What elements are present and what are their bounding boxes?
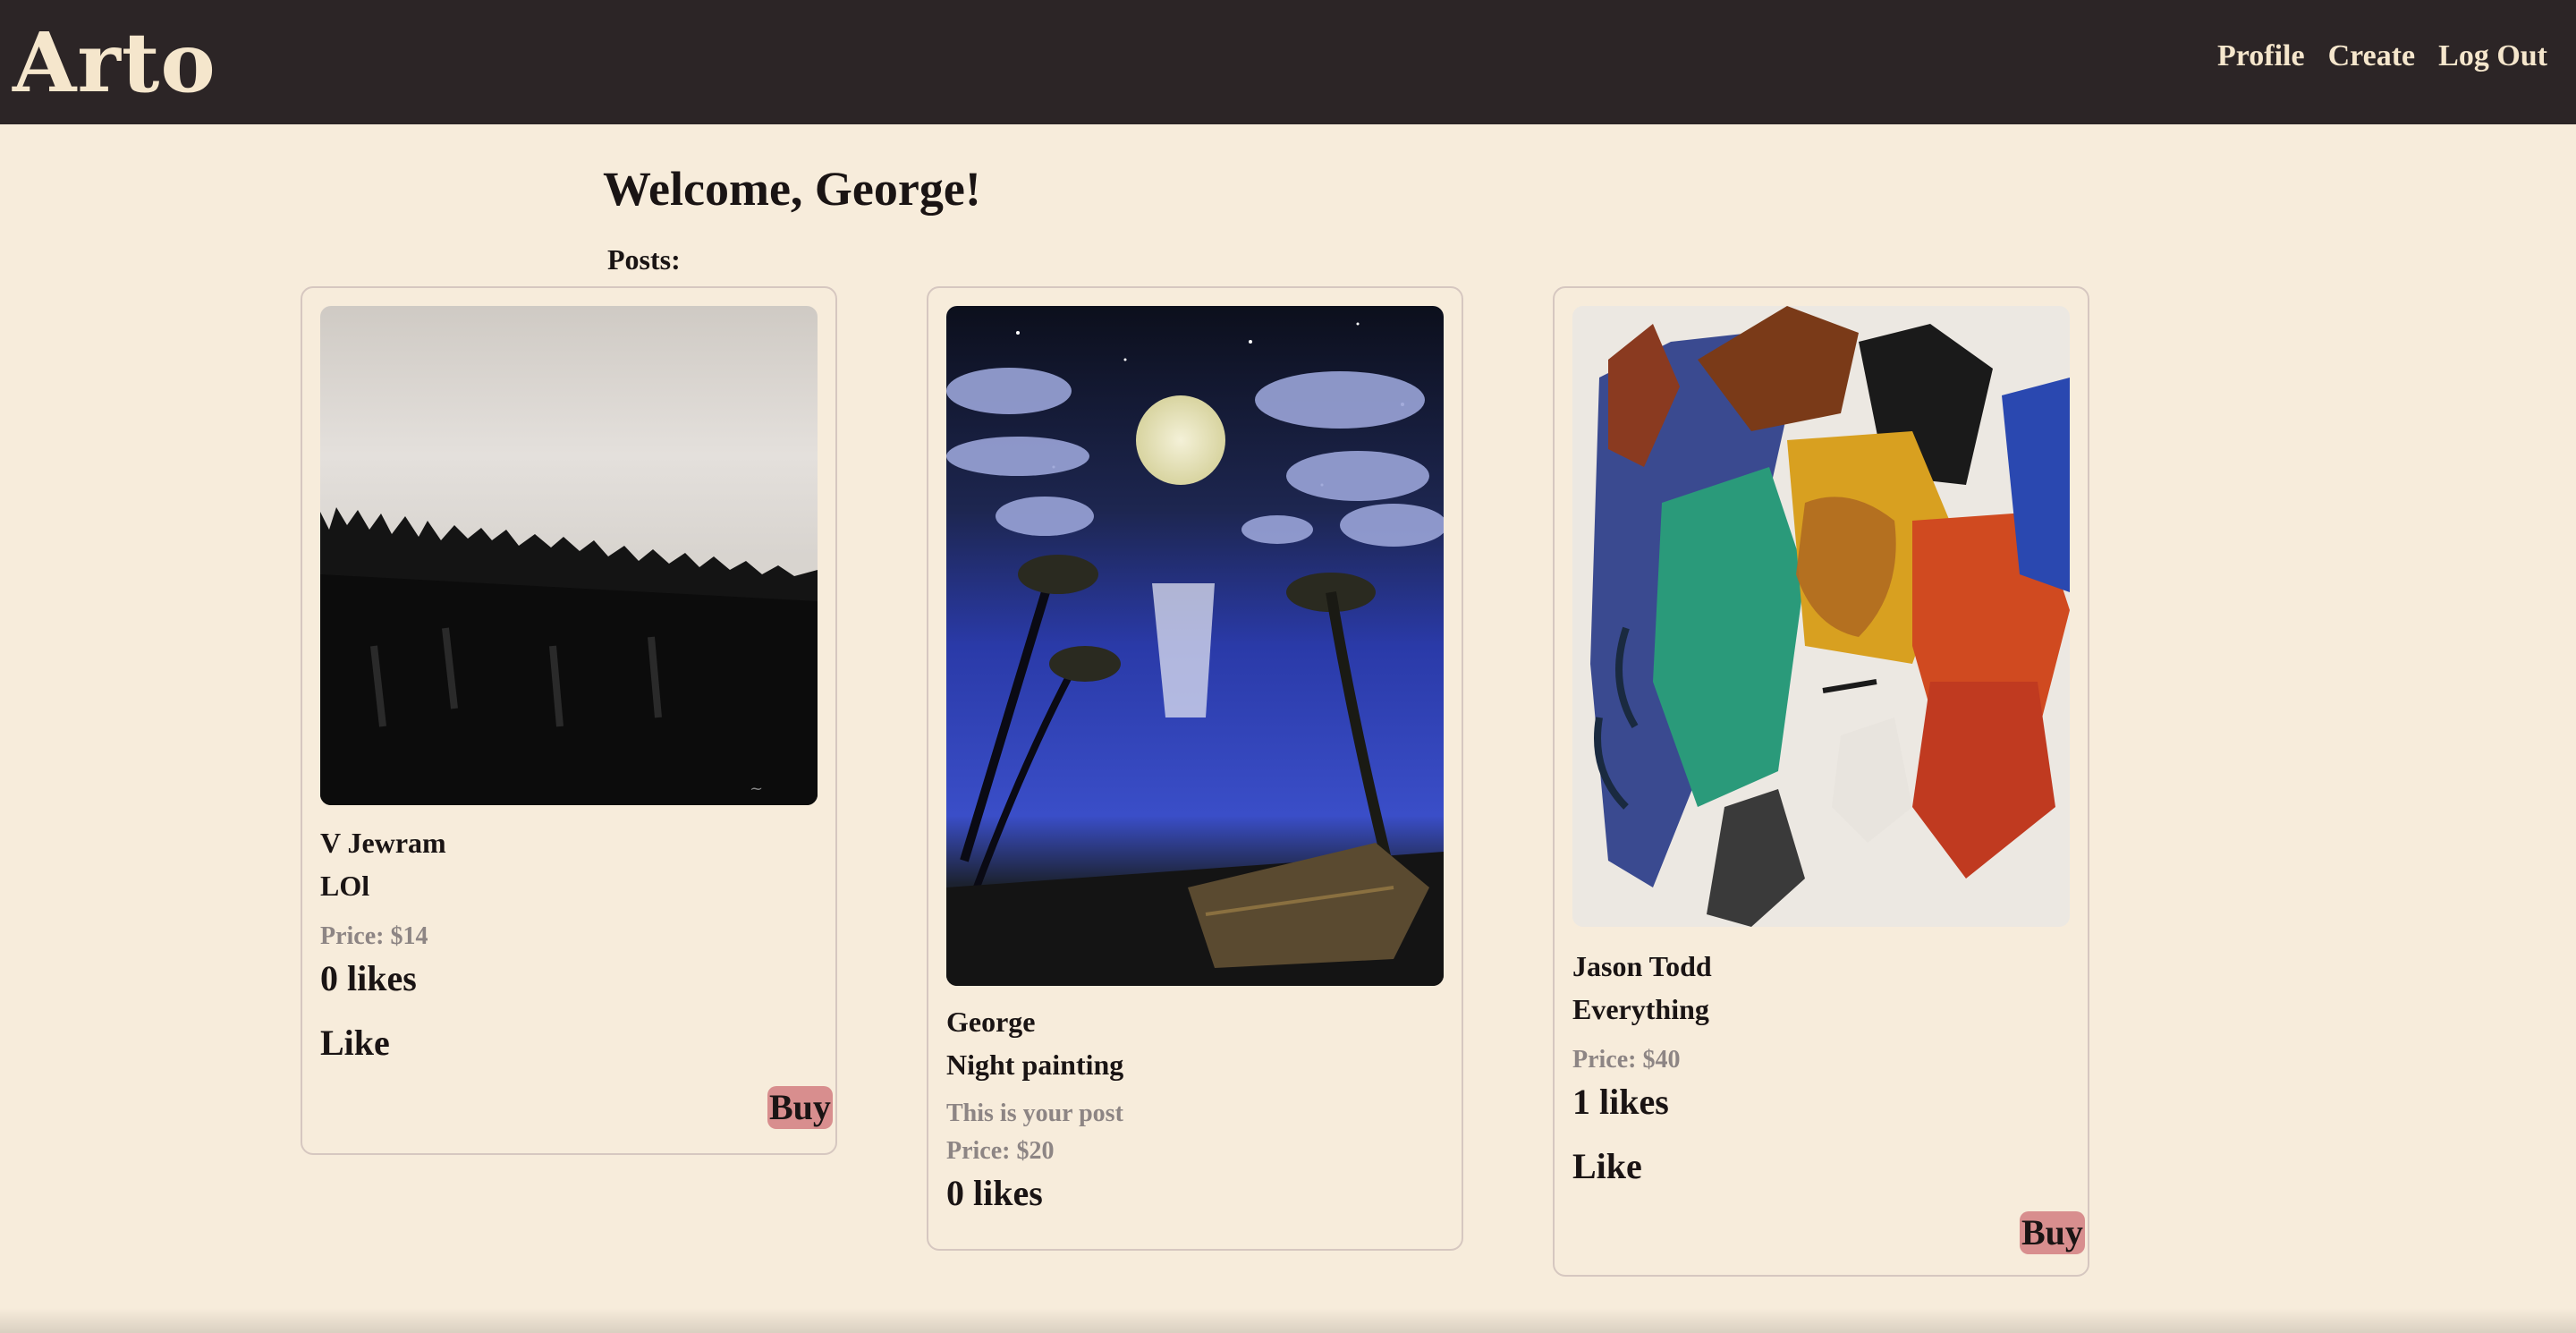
posts-label: Posts:	[607, 243, 681, 276]
nav-logout-link[interactable]: Log Out	[2438, 39, 2547, 73]
post-card: Jason Todd Everything Price: $40 1 likes…	[1553, 286, 2089, 1277]
app-logo[interactable]: Arto	[13, 9, 216, 116]
post-artist: George	[946, 1006, 1036, 1038]
post-price: Price: $20	[946, 1137, 1055, 1165]
post-artist: V Jewram	[320, 827, 446, 859]
like-button[interactable]: Like	[1572, 1145, 1642, 1187]
post-card: ~ V Jewram LOl Price: $14 0 likes Like B…	[301, 286, 837, 1155]
welcome-heading: Welcome, George!	[603, 162, 981, 216]
post-title: Everything	[1572, 993, 1709, 1025]
post-title: Night painting	[946, 1049, 1124, 1081]
own-post-note: This is your post	[946, 1100, 1123, 1127]
post-title: LOl	[320, 870, 370, 902]
post-likes: 1 likes	[1572, 1082, 1669, 1122]
nav-profile-link[interactable]: Profile	[2217, 39, 2305, 73]
nav-links: Profile Create Log Out	[2217, 39, 2547, 73]
like-button[interactable]: Like	[320, 1022, 390, 1064]
post-likes: 0 likes	[320, 958, 417, 998]
post-likes: 0 likes	[946, 1173, 1043, 1213]
buy-button[interactable]: Buy	[2020, 1211, 2085, 1254]
post-image[interactable]	[1572, 306, 2070, 927]
post-artist: Jason Todd	[1572, 950, 1712, 982]
post-price: Price: $40	[1572, 1046, 1681, 1074]
nav-create-link[interactable]: Create	[2328, 39, 2416, 73]
post-image[interactable]: ~	[320, 306, 818, 805]
post-image[interactable]	[946, 306, 1444, 986]
post-price: Price: $14	[320, 922, 428, 950]
buy-button[interactable]: Buy	[767, 1086, 833, 1129]
svg-text:~: ~	[750, 779, 763, 798]
navbar: Arto Profile Create Log Out	[0, 0, 2576, 124]
post-card: George Night painting This is your post …	[927, 286, 1463, 1251]
window-bottom-edge	[0, 1308, 2576, 1333]
